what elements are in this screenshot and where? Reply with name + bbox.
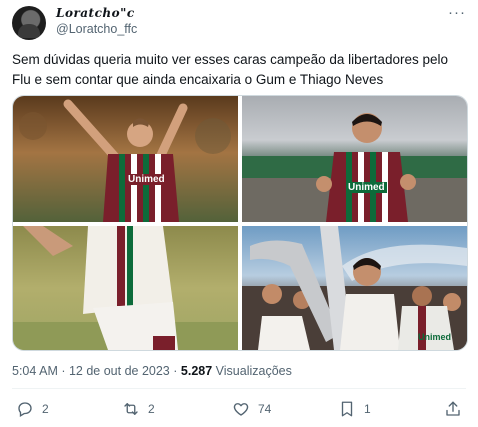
photo-player-trophy[interactable]: Unimed xyxy=(242,226,467,350)
share-button[interactable] xyxy=(444,400,462,418)
like-button[interactable]: 74 xyxy=(232,400,271,418)
more-icon[interactable]: ··· xyxy=(448,4,466,21)
views-count: 5.287 xyxy=(180,364,213,378)
reply-icon xyxy=(18,402,32,417)
bookmark-button[interactable]: 1 xyxy=(338,400,371,418)
bookmark-icon xyxy=(341,401,353,417)
reply-count: 2 xyxy=(42,402,49,416)
retweet-icon xyxy=(124,403,138,415)
views-label: Visualizações xyxy=(215,364,292,378)
like-icon xyxy=(233,403,249,416)
display-name[interactable]: Loratcho"c xyxy=(56,6,135,20)
retweet-count: 2 xyxy=(148,402,155,416)
reply-button[interactable]: 2 xyxy=(16,400,49,418)
tweet-text: Sem dúvidas queria muito ver esses caras… xyxy=(12,52,448,87)
share-icon xyxy=(446,401,460,416)
like-count: 74 xyxy=(258,402,272,416)
tweet-metadata: 5:04 AM · 12 de out de 2023 · 5.287 Visu… xyxy=(12,364,292,378)
bookmark-count: 1 xyxy=(364,402,371,416)
media-grid[interactable]: Unimed Unimed Unimed xyxy=(12,95,468,351)
action-bar: 2 2 74 1 xyxy=(12,400,466,422)
jersey-sponsor-text: Unimed xyxy=(126,174,167,185)
divider xyxy=(12,388,466,389)
photo-player-kicking[interactable] xyxy=(13,226,238,350)
jersey-sponsor-text: Unimed xyxy=(346,182,387,193)
timestamp[interactable]: 5:04 AM · 12 de out de 2023 · xyxy=(12,364,177,378)
avatar[interactable] xyxy=(12,6,46,40)
retweet-button[interactable]: 2 xyxy=(122,400,155,418)
jersey-sponsor-text: Unimed xyxy=(418,332,452,342)
user-handle[interactable]: @Loratcho_ffc xyxy=(56,22,137,36)
photo-player-thumbs-up[interactable]: Unimed xyxy=(242,96,467,222)
photo-player-celebrating[interactable]: Unimed xyxy=(13,96,238,222)
